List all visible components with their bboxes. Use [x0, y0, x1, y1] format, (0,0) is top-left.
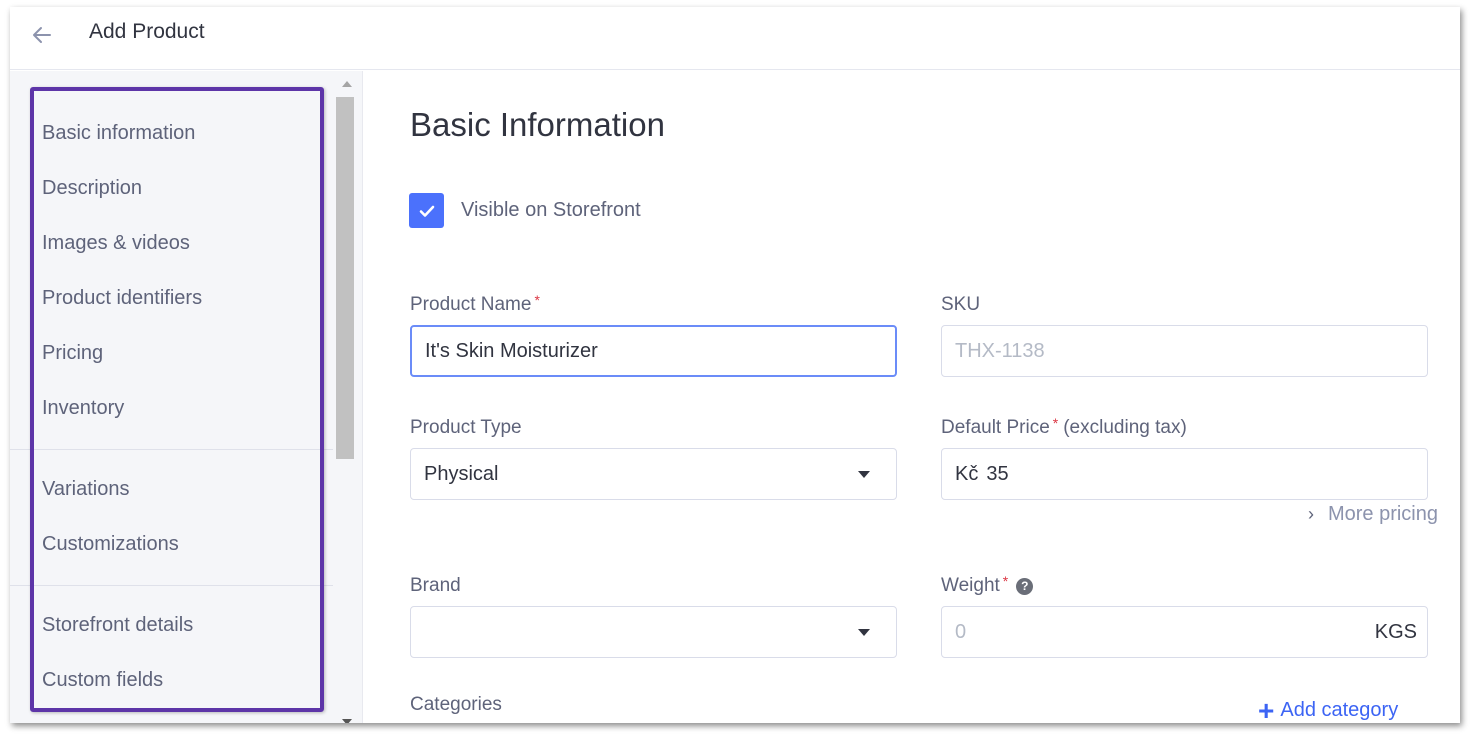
- page-title: Add Product: [89, 20, 205, 43]
- main-content: Basic Information Visible on Storefront …: [363, 71, 1460, 723]
- weight-input[interactable]: 0 KGS: [941, 606, 1428, 658]
- visible-on-storefront-label: Visible on Storefront: [461, 199, 641, 221]
- plus-icon: +: [1258, 694, 1275, 723]
- chevron-right-icon: ›: [1307, 504, 1314, 524]
- default-price-label-suffix: (excluding tax): [1063, 417, 1187, 438]
- product-type-field: Product Type Physical: [410, 414, 897, 500]
- checkmark-icon: [419, 205, 434, 217]
- required-asterisk: *: [534, 292, 540, 308]
- add-category-button[interactable]: + Add category: [1258, 694, 1399, 723]
- brand-label: Brand: [410, 575, 461, 596]
- nav-group-options: Variations Customizations: [10, 450, 333, 586]
- sidebar-item-storefront-details[interactable]: Storefront details: [10, 598, 333, 653]
- product-name-input[interactable]: It's Skin Moisturizer: [410, 325, 897, 377]
- sidebar-scrollbar[interactable]: [333, 71, 363, 723]
- default-price-value: 35: [986, 462, 1009, 485]
- visible-on-storefront-row: Visible on Storefront: [409, 193, 641, 228]
- caret-down-icon: [858, 471, 870, 478]
- weight-field: Weight * ? 0 KGS: [941, 572, 1428, 658]
- section-nav-sidebar: Basic information Description Images & v…: [10, 71, 333, 723]
- nav-group-product: Basic information Description Images & v…: [10, 71, 333, 450]
- weight-unit: KGS: [1374, 620, 1417, 643]
- nav-group-storefront: Storefront details Custom fields: [10, 586, 333, 708]
- sku-label: SKU: [941, 294, 981, 315]
- sku-input[interactable]: THX-1138: [941, 325, 1428, 377]
- product-type-select[interactable]: Physical: [410, 448, 897, 500]
- help-question-icon[interactable]: ?: [1016, 577, 1034, 595]
- weight-placeholder: 0: [955, 620, 967, 643]
- section-title: Basic Information: [410, 106, 665, 143]
- scrollbar-thumb[interactable]: [336, 97, 354, 459]
- sku-field: SKU THX-1138: [941, 291, 1428, 377]
- default-price-field: Default Price * (excluding tax) Kč 35: [941, 414, 1428, 500]
- arrow-left-icon: [33, 27, 51, 43]
- add-product-window: Add Product Basic information Descriptio…: [10, 7, 1460, 723]
- sidebar-item-inventory[interactable]: Inventory: [10, 381, 333, 436]
- sidebar-item-variations[interactable]: Variations: [10, 462, 333, 517]
- currency-prefix: Kč: [955, 462, 979, 485]
- sidebar-item-basic-information[interactable]: Basic information: [10, 106, 333, 161]
- sidebar-item-customizations[interactable]: Customizations: [10, 517, 333, 572]
- sidebar-item-custom-fields[interactable]: Custom fields: [10, 653, 333, 708]
- product-name-label: Product Name: [410, 294, 532, 315]
- sidebar-item-product-identifiers[interactable]: Product identifiers: [10, 271, 333, 326]
- sidebar-item-description[interactable]: Description: [10, 161, 333, 216]
- caret-down-icon: [858, 629, 870, 636]
- brand-select[interactable]: [410, 606, 897, 658]
- weight-label: Weight: [941, 575, 1000, 596]
- product-type-label: Product Type: [410, 417, 522, 438]
- default-price-input[interactable]: Kč 35: [941, 448, 1428, 500]
- product-type-value: Physical: [424, 462, 499, 485]
- page-header: Add Product: [10, 7, 1460, 70]
- scroll-down-arrow-icon[interactable]: [342, 719, 352, 723]
- more-pricing-label: More pricing: [1327, 503, 1438, 525]
- required-asterisk: *: [1052, 415, 1059, 431]
- categories-label: Categories: [410, 694, 502, 715]
- default-price-label: Default Price: [941, 417, 1050, 438]
- more-pricing-link[interactable]: › More pricing: [1308, 503, 1438, 526]
- brand-field: Brand: [410, 572, 897, 658]
- visible-on-storefront-checkbox[interactable]: [409, 193, 444, 228]
- product-name-value: It's Skin Moisturizer: [425, 339, 598, 362]
- product-name-field: Product Name * It's Skin Moisturizer: [410, 291, 897, 377]
- back-button[interactable]: [30, 23, 54, 47]
- required-asterisk: *: [1002, 573, 1009, 589]
- add-category-label: Add category: [1280, 699, 1399, 721]
- sidebar-item-pricing[interactable]: Pricing: [10, 326, 333, 381]
- sku-placeholder: THX-1138: [955, 339, 1045, 362]
- sidebar-item-images-videos[interactable]: Images & videos: [10, 216, 333, 271]
- scroll-up-arrow-icon[interactable]: [342, 81, 352, 87]
